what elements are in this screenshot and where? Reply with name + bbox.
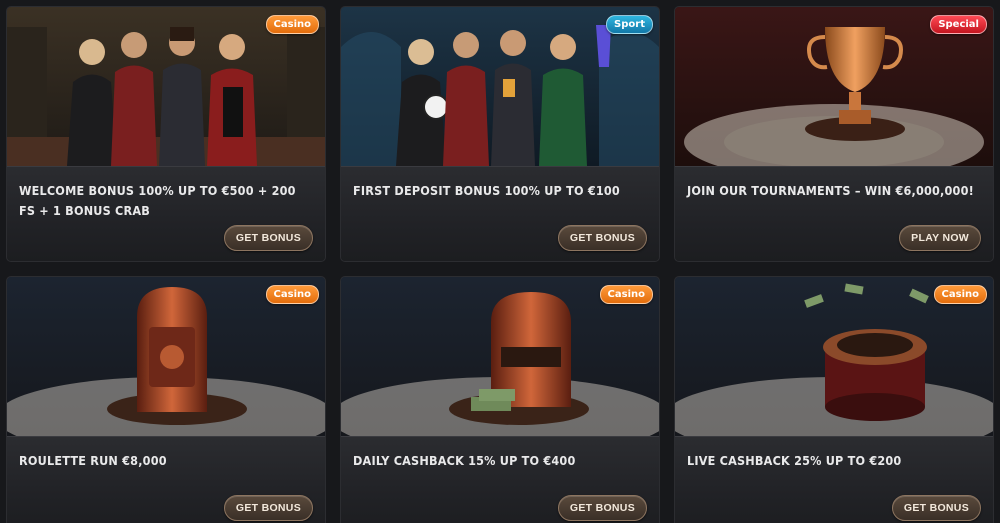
promo-title: Join our tournaments – Win €6,000,000! <box>687 183 974 198</box>
promo-card-live-cashback[interactable]: Casino Live Cashback 25% up to €200 GET … <box>674 276 994 523</box>
promo-card-body: Welcome Bonus 100% up to €500 + 200 FS +… <box>7 166 325 261</box>
get-bonus-button[interactable]: GET BONUS <box>223 225 313 251</box>
promo-card-daily-cashback[interactable]: Casino Daily Cashback 15% up to €400 GET… <box>340 276 660 523</box>
promo-title: Daily Cashback 15% up to €400 <box>353 453 576 468</box>
promotions-grid: Casino Welcome Bonus 100% up to €500 + 2… <box>6 6 994 523</box>
promo-card-body: Roulette Run €8,000 GET BONUS <box>7 436 325 523</box>
casino-badge: Casino <box>933 285 987 304</box>
promo-card-body: Daily Cashback 15% up to €400 GET BONUS <box>341 436 659 523</box>
promo-card-welcome-bonus[interactable]: Casino Welcome Bonus 100% up to €500 + 2… <box>6 6 326 262</box>
promo-card-tournaments[interactable]: Special Join our tournaments – Win €6,00… <box>674 6 994 262</box>
casino-badge: Casino <box>265 15 319 34</box>
promo-title: Roulette Run €8,000 <box>19 453 167 468</box>
promo-card-roulette-run[interactable]: Casino Roulette Run €8,000 GET BONUS <box>6 276 326 523</box>
promo-card-body: First Deposit Bonus 100% up to €100 GET … <box>341 166 659 261</box>
special-badge: Special <box>930 15 987 34</box>
casino-badge: Casino <box>599 285 653 304</box>
get-bonus-button[interactable]: GET BONUS <box>557 495 647 521</box>
promo-card-first-deposit[interactable]: Sport First Deposit Bonus 100% up to €10… <box>340 6 660 262</box>
get-bonus-button[interactable]: GET BONUS <box>891 495 981 521</box>
promo-card-body: Join our tournaments – Win €6,000,000! P… <box>675 166 993 261</box>
play-now-button[interactable]: PLAY NOW <box>899 225 981 251</box>
get-bonus-button[interactable]: GET BONUS <box>557 225 647 251</box>
promo-card-body: Live Cashback 25% up to €200 GET BONUS <box>675 436 993 523</box>
promo-title: Live Cashback 25% up to €200 <box>687 453 902 468</box>
promo-title: Welcome Bonus 100% up to €500 + 200 FS +… <box>19 183 296 218</box>
sport-badge: Sport <box>606 15 653 34</box>
promo-title: First Deposit Bonus 100% up to €100 <box>353 183 620 198</box>
get-bonus-button[interactable]: GET BONUS <box>223 495 313 521</box>
casino-badge: Casino <box>265 285 319 304</box>
